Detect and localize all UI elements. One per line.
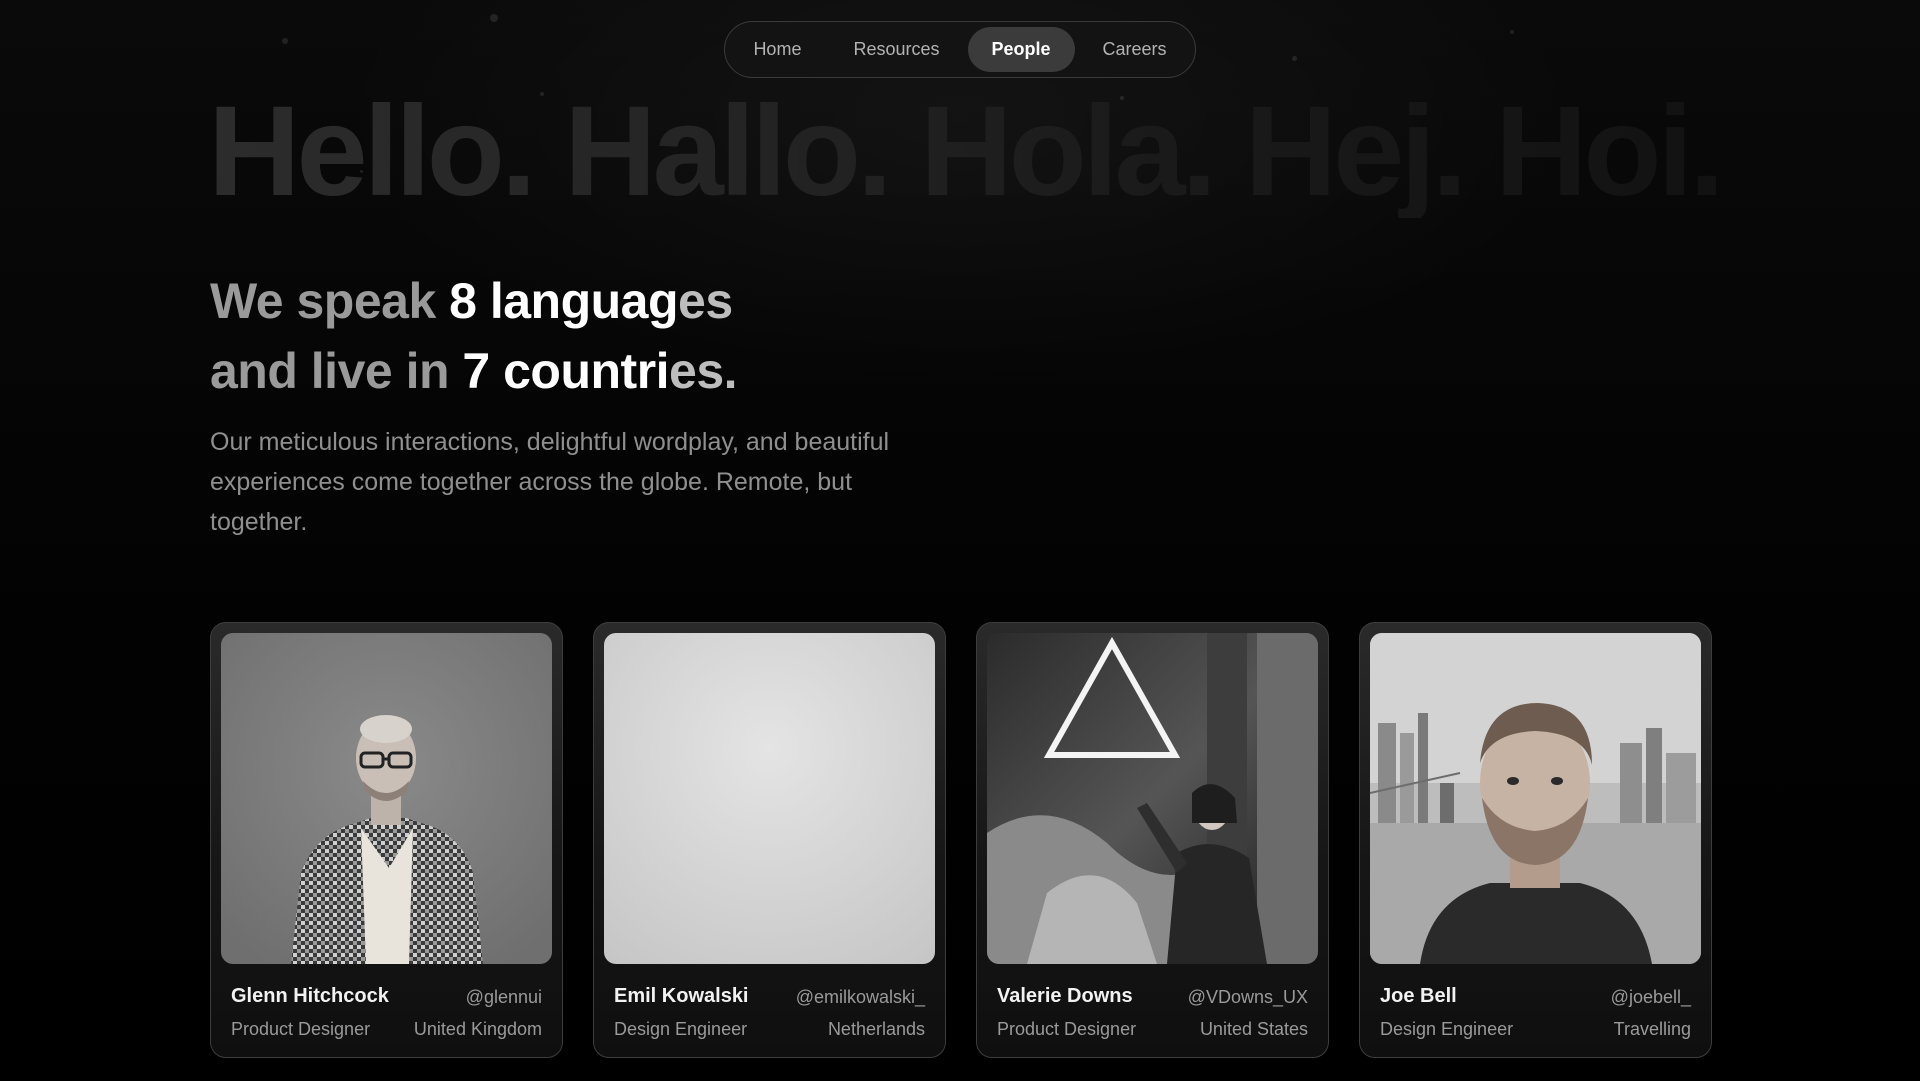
portrait-photo <box>221 633 552 964</box>
headline: We speak 8 languages and live in 7 count… <box>210 266 910 406</box>
person-name: Emil Kowalski <box>614 985 749 1007</box>
person-name: Valerie Downs <box>997 985 1133 1007</box>
person-location: Netherlands <box>827 1019 925 1039</box>
headline-line2-prefix: and live in <box>210 343 463 399</box>
person-card[interactable]: Valerie Downs @VDowns_UX Product Designe… <box>976 622 1329 1058</box>
nav-item-home[interactable]: Home <box>729 27 825 72</box>
person-location: Travelling <box>1613 1019 1691 1039</box>
nav-item-careers[interactable]: Careers <box>1079 27 1191 72</box>
person-role: Design Engineer <box>614 1019 748 1039</box>
hero-subtext: Our meticulous interactions, delightful … <box>210 428 890 536</box>
person-name: Joe Bell <box>1380 985 1457 1007</box>
neon-triangle-photo <box>987 633 1318 964</box>
headline-line2-suffix: es. <box>669 343 738 399</box>
person-location: United States <box>1199 1019 1308 1039</box>
person-role: Design Engineer <box>1380 1019 1514 1039</box>
person-card[interactable]: Emil Kowalski @emilkowalski_ Design Engi… <box>593 622 946 1058</box>
person-handle-link[interactable]: @emilkowalski_ <box>796 987 925 1008</box>
person-photo <box>1370 633 1701 964</box>
placeholder-photo <box>604 633 935 964</box>
person-photo <box>604 633 935 964</box>
person-location: United Kingdom <box>413 1019 542 1039</box>
person-handle-link[interactable]: @glennui <box>466 987 542 1008</box>
person-photo <box>221 633 552 964</box>
person-role: Product Designer <box>997 1019 1137 1039</box>
person-role: Product Designer <box>231 1019 371 1039</box>
headline-line1-suffix: es <box>678 273 733 329</box>
greeting-banner: Hello. Hallo. Hola. Hej. Hoi. <box>208 78 1728 218</box>
city-portrait-photo <box>1370 633 1701 964</box>
person-card[interactable]: Glenn Hitchcock @glennui Product Designe… <box>210 622 563 1058</box>
top-nav: Home Resources People Careers <box>724 21 1196 78</box>
person-card[interactable]: Joe Bell @joebell_ Design Engineer Trave… <box>1359 622 1712 1058</box>
headline-line1-prefix: We speak <box>210 273 450 329</box>
people-grid: Glenn Hitchcock @glennui Product Designe… <box>210 622 1712 1058</box>
nav-item-resources[interactable]: Resources <box>829 27 963 72</box>
person-name: Glenn Hitchcock <box>231 985 389 1007</box>
person-handle-link[interactable]: @joebell_ <box>1611 987 1691 1008</box>
headline-countries: 7 countri <box>462 343 670 399</box>
headline-languages: 8 languag <box>449 273 679 329</box>
person-photo <box>987 633 1318 964</box>
person-handle-link[interactable]: @VDowns_UX <box>1188 987 1308 1008</box>
nav-item-people[interactable]: People <box>967 27 1075 72</box>
